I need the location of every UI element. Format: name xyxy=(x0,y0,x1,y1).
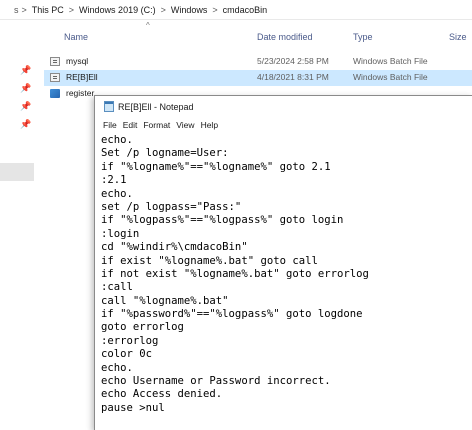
breadcrumb-current-folder[interactable]: cmdacoBin xyxy=(221,5,270,15)
pin-icon[interactable]: 📌 xyxy=(20,65,31,76)
menu-view[interactable]: View xyxy=(176,120,194,130)
column-header-date-modified[interactable]: Date modified xyxy=(257,32,313,42)
notepad-title-bar[interactable]: RE[B]Ell - Notepad xyxy=(95,96,472,117)
code-line: if not exist "%logname%.bat" goto errorl… xyxy=(101,267,369,280)
menu-file[interactable]: File xyxy=(103,120,117,130)
code-line: :2.1 xyxy=(101,174,127,187)
code-line: Set /p logname=User: xyxy=(101,147,229,160)
code-line: echo Username or Password incorrect. xyxy=(101,375,331,388)
file-type: Windows Batch File xyxy=(353,56,428,66)
code-line: :errorlog xyxy=(101,334,159,347)
registry-file-icon xyxy=(50,89,60,98)
breadcrumb-separator-icon[interactable]: > xyxy=(158,5,169,15)
code-line: echo. xyxy=(101,361,133,374)
menu-help[interactable]: Help xyxy=(201,120,218,130)
code-line: goto errorlog xyxy=(101,321,184,334)
column-header-name[interactable]: Name xyxy=(64,32,88,42)
breadcrumb-separator-icon[interactable]: > xyxy=(66,5,77,15)
file-date: 5/23/2024 2:58 PM xyxy=(257,56,329,66)
sort-ascending-icon: ^ xyxy=(146,21,150,30)
vertical-scrollbar[interactable] xyxy=(467,134,472,430)
pin-icon[interactable]: 📌 xyxy=(20,119,31,130)
menu-format[interactable]: Format xyxy=(143,120,170,130)
code-line: if "%password%"=="%logpass%" goto logdon… xyxy=(101,308,363,321)
notepad-window[interactable]: RE[B]Ell - Notepad File Edit Format View… xyxy=(94,95,472,430)
notepad-menu-bar: File Edit Format View Help xyxy=(95,117,472,133)
code-line: :call xyxy=(101,281,133,294)
code-line: if "%logpass%"=="%logpass%" goto login xyxy=(101,214,344,227)
breadcrumb-separator-icon[interactable]: > xyxy=(209,5,220,15)
file-date: 4/18/2021 8:31 PM xyxy=(257,72,329,82)
code-line: :login xyxy=(101,227,140,240)
notepad-title: RE[B]Ell - Notepad xyxy=(118,101,194,112)
breadcrumb-separator-icon: > xyxy=(21,4,27,15)
nav-item-selected[interactable] xyxy=(0,163,34,181)
menu-edit[interactable]: Edit xyxy=(123,120,138,130)
column-header-type[interactable]: Type xyxy=(353,32,373,42)
pin-icon[interactable]: 📌 xyxy=(20,101,31,112)
code-line: echo. xyxy=(101,187,133,200)
code-line: set /p logpass="Pass:" xyxy=(101,200,242,213)
navigation-pane: 📌 📌 📌 📌 xyxy=(0,20,34,429)
file-name: register xyxy=(66,88,95,98)
pin-icon[interactable]: 📌 xyxy=(20,83,31,94)
file-row-selected[interactable]: RE[B]Ell 4/18/2021 8:31 PM Windows Batch… xyxy=(44,70,472,86)
code-line: cd "%windir%\cmdacoBin" xyxy=(101,241,248,254)
code-line: if "%logname%"=="%logname%" goto 2.1 xyxy=(101,160,331,173)
code-line: pause >nul xyxy=(101,401,165,414)
code-line: color 0c xyxy=(101,348,153,361)
file-type: Windows Batch File xyxy=(353,72,428,82)
breadcrumb-windows[interactable]: Windows xyxy=(169,5,210,15)
notepad-app-icon[interactable] xyxy=(104,101,114,112)
file-name: RE[B]Ell xyxy=(66,72,98,82)
file-name: mysql xyxy=(66,56,89,66)
file-row[interactable]: mysql 5/23/2024 2:58 PM Windows Batch Fi… xyxy=(44,54,472,70)
code-line: call "%logname%.bat" xyxy=(101,294,229,307)
breadcrumb-this-pc[interactable]: This PC xyxy=(30,5,66,15)
address-bar[interactable]: s > This PC > Windows 2019 (C:) > Window… xyxy=(0,0,472,20)
code-line: echo. xyxy=(101,134,133,146)
breadcrumb-drive[interactable]: Windows 2019 (C:) xyxy=(77,5,158,15)
column-header-size[interactable]: Size xyxy=(449,32,467,42)
batch-file-icon xyxy=(50,57,60,66)
code-line: echo Access denied. xyxy=(101,388,223,401)
code-line: if exist "%logname%.bat" goto call xyxy=(101,254,318,267)
notepad-text-area[interactable]: echo. Set /p logname=User: if "%logname%… xyxy=(95,134,472,430)
batch-file-icon xyxy=(50,73,60,82)
